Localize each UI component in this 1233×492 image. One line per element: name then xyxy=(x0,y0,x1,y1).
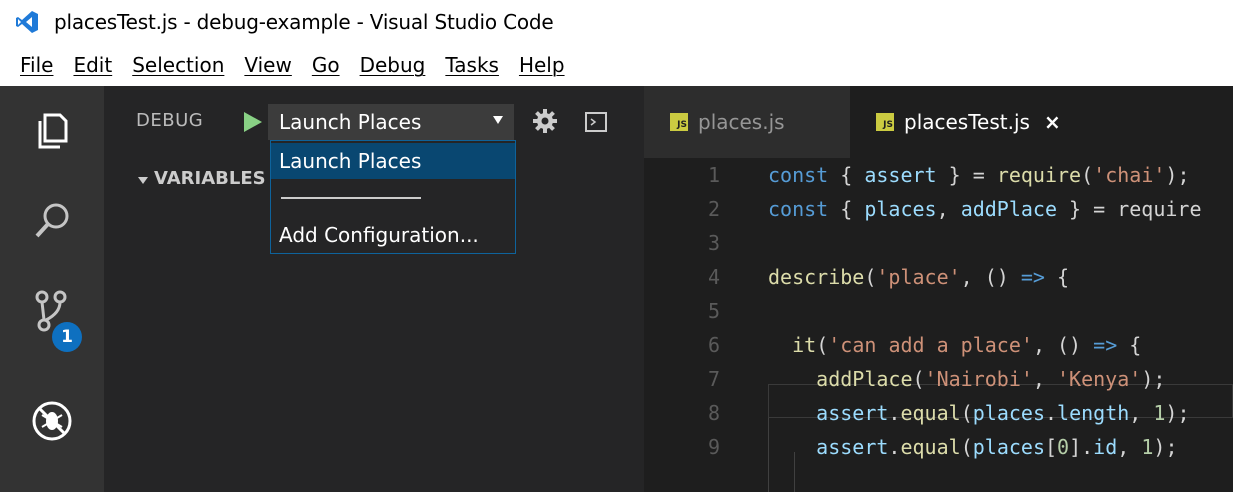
close-icon[interactable]: × xyxy=(1044,110,1061,134)
code-line: 5 xyxy=(644,294,1233,328)
activity-bar: 1 xyxy=(0,86,104,492)
line-number: 2 xyxy=(707,197,720,221)
code-text: assert.equal(places[0].id, 1); xyxy=(816,435,1178,459)
tab-label: places.js xyxy=(698,110,785,134)
caret-down-icon xyxy=(138,177,148,184)
tab-label: placesTest.js xyxy=(904,110,1030,134)
variables-label: VARIABLES xyxy=(154,168,266,189)
config-dropdown: Launch Places Add Configuration... xyxy=(270,140,516,254)
activity-source-control[interactable]: 1 xyxy=(0,266,104,356)
editor-tabs: JS places.js JS placesTest.js × xyxy=(644,86,1233,158)
dropdown-separator xyxy=(281,197,421,199)
tab-places-js[interactable]: JS places.js xyxy=(644,86,850,158)
menu-debug[interactable]: Debug xyxy=(360,53,426,77)
title-bar: placesTest.js - debug-example - Visual S… xyxy=(0,0,1233,44)
code-text: addPlace('Nairobi', 'Kenya'); xyxy=(816,367,1166,391)
code-text: describe('place', () => { xyxy=(768,265,1070,289)
line-number: 8 xyxy=(707,401,720,425)
debug-console-icon[interactable] xyxy=(584,110,608,134)
code-line: 2 const { places, addPlace } = require xyxy=(644,192,1233,226)
dropdown-option-launch-places[interactable]: Launch Places xyxy=(271,143,515,179)
code-line: 7 addPlace('Nairobi', 'Kenya'); xyxy=(644,362,1233,396)
selected-config: Launch Places xyxy=(279,110,422,134)
js-file-icon: JS xyxy=(876,113,894,131)
debug-config-select[interactable]: Launch Places xyxy=(268,104,514,140)
dropdown-option-add-configuration[interactable]: Add Configuration... xyxy=(271,217,515,253)
line-number: 4 xyxy=(707,265,720,289)
debug-icon xyxy=(32,401,72,441)
menu-bar: File Edit Selection View Go Debug Tasks … xyxy=(0,44,1233,86)
code-line: 6 it('can add a place', () => { xyxy=(644,328,1233,362)
line-number: 6 xyxy=(707,333,720,357)
source-control-badge: 1 xyxy=(52,322,82,352)
code-text: const { assert } = require('chai'); xyxy=(768,163,1190,187)
code-line: 9 assert.equal(places[0].id, 1); xyxy=(644,430,1233,464)
line-number: 5 xyxy=(707,299,720,323)
code-line: 8 assert.equal(places.length, 1); xyxy=(644,396,1233,430)
explorer-icon xyxy=(38,113,68,149)
search-icon xyxy=(35,203,69,238)
tab-placestest-js[interactable]: JS placesTest.js × xyxy=(850,86,1233,158)
window-title: placesTest.js - debug-example - Visual S… xyxy=(54,10,554,34)
code-line: 1 const { assert } = require('chai'); xyxy=(644,158,1233,192)
code-line: 3 xyxy=(644,226,1233,260)
debug-label: DEBUG xyxy=(136,110,204,131)
activity-explorer[interactable] xyxy=(0,86,104,176)
code-text: assert.equal(places.length, 1); xyxy=(816,401,1190,425)
code-text: it('can add a place', () => { xyxy=(792,333,1142,357)
code-editor[interactable]: 1 const { assert } = require('chai'); 2 con… xyxy=(644,158,1233,492)
menu-edit[interactable]: Edit xyxy=(73,53,112,77)
menu-help[interactable]: Help xyxy=(519,53,565,77)
menu-go[interactable]: Go xyxy=(312,53,340,77)
vscode-logo-icon xyxy=(16,11,38,33)
code-text: const { places, addPlace } = require xyxy=(768,197,1202,221)
line-number: 1 xyxy=(707,163,720,187)
line-number: 3 xyxy=(707,231,720,255)
line-number: 9 xyxy=(707,435,720,459)
activity-debug[interactable] xyxy=(0,376,104,466)
activity-search[interactable] xyxy=(0,176,104,266)
menu-file[interactable]: File xyxy=(20,53,53,77)
line-number: 7 xyxy=(707,367,720,391)
js-file-icon: JS xyxy=(670,113,688,131)
code-line: 4 describe('place', () => { xyxy=(644,260,1233,294)
start-debugging-icon[interactable] xyxy=(240,110,264,134)
menu-selection[interactable]: Selection xyxy=(132,53,224,77)
menu-view[interactable]: View xyxy=(244,53,291,77)
gear-icon[interactable] xyxy=(532,108,558,134)
chevron-down-icon xyxy=(493,116,503,124)
editor-area: JS places.js JS placesTest.js × 1 const {… xyxy=(644,86,1233,492)
menu-tasks[interactable]: Tasks xyxy=(445,53,499,77)
